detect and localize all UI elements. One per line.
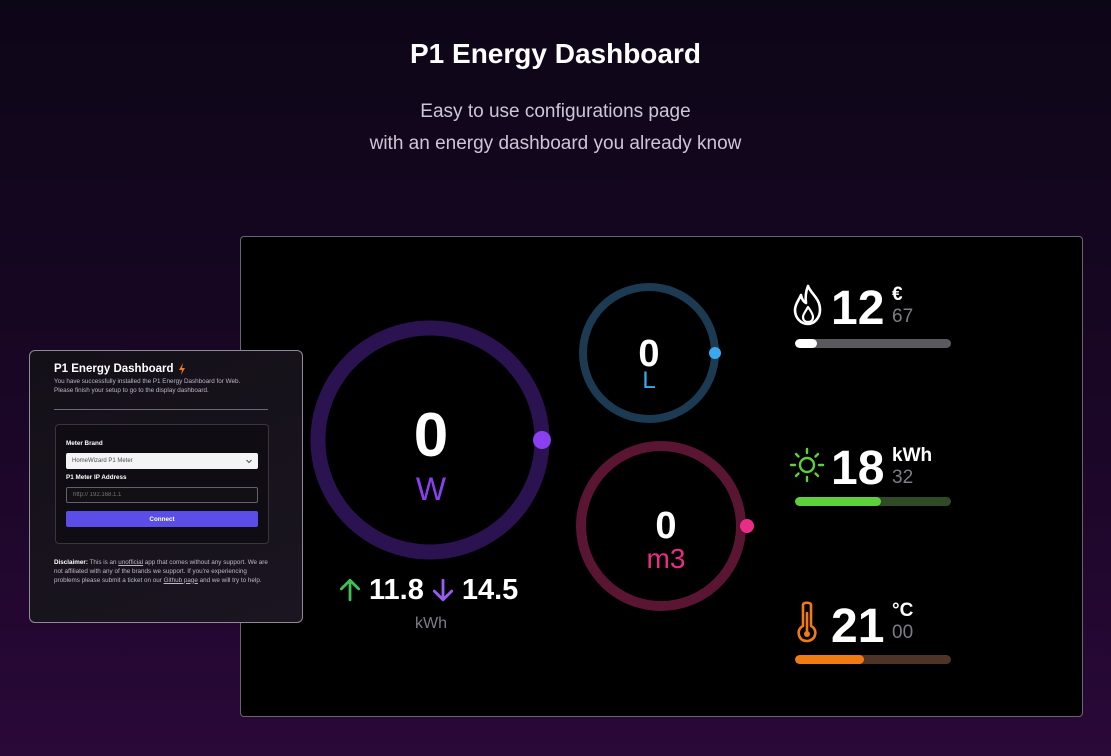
stat-temperature-bar-fill bbox=[795, 655, 864, 664]
setup-card: P1 Energy Dashboard You have successfull… bbox=[29, 350, 303, 623]
page-title: P1 Energy Dashboard bbox=[410, 38, 701, 69]
divider bbox=[54, 409, 268, 410]
stat-cost-unit: € bbox=[892, 284, 903, 305]
meter-brand-value: HomeWizard P1 Meter bbox=[72, 458, 133, 464]
energy-unit: kWh bbox=[415, 615, 447, 632]
water-gauge-dot bbox=[709, 347, 721, 359]
dashboard-preview: 0 W 0 L 0 m3 11.8 14.5 kWh 12 € 67 18 kW… bbox=[240, 236, 1083, 717]
ip-address-label: P1 Meter IP Address bbox=[66, 474, 127, 481]
arrow-up-icon bbox=[339, 578, 361, 602]
ip-address-input[interactable] bbox=[66, 487, 258, 503]
sun-icon bbox=[789, 447, 825, 483]
stat-cost-sub: 67 bbox=[892, 306, 914, 327]
stat-cost: 12 € 67 bbox=[789, 283, 959, 353]
thermometer-icon bbox=[797, 601, 817, 643]
chevron-down-icon bbox=[246, 459, 252, 464]
disclaimer-text-1: This is an bbox=[87, 559, 119, 566]
stat-cost-value: 12 bbox=[831, 282, 885, 335]
stat-solar-value: 18 bbox=[831, 442, 885, 495]
stat-temperature: 21 °C 00 bbox=[789, 597, 959, 667]
setup-card-title-text: P1 Energy Dashboard bbox=[54, 363, 174, 375]
connect-button[interactable]: Connect bbox=[66, 511, 258, 527]
meter-brand-label: Meter Brand bbox=[66, 440, 103, 447]
setup-form: Meter Brand HomeWizard P1 Meter P1 Meter… bbox=[55, 424, 269, 544]
power-value: 0 bbox=[413, 401, 449, 470]
stat-temperature-sub: 00 bbox=[892, 622, 914, 643]
stat-solar-bar-fill bbox=[795, 497, 881, 506]
energy-import-export: 11.8 14.5 bbox=[337, 573, 518, 607]
page-subtitle-line-1: Easy to use configurations page bbox=[420, 101, 691, 122]
disclaimer-unofficial: unofficial bbox=[118, 559, 144, 566]
stat-temperature-value: 21 bbox=[831, 600, 885, 653]
setup-card-title: P1 Energy Dashboard bbox=[54, 363, 186, 375]
github-link[interactable]: Github page bbox=[164, 577, 198, 584]
stat-temperature-bar bbox=[795, 655, 951, 664]
stat-solar: 18 kWh 32 bbox=[789, 443, 959, 513]
page-subtitle-line-2: with an energy dashboard you already kno… bbox=[369, 133, 742, 154]
gas-value: 0 bbox=[655, 505, 677, 547]
lightning-icon bbox=[178, 363, 185, 375]
stat-solar-sub: 32 bbox=[892, 467, 914, 488]
water-unit: L bbox=[642, 367, 656, 394]
power-unit: W bbox=[415, 471, 447, 507]
meter-brand-select[interactable]: HomeWizard P1 Meter bbox=[66, 453, 258, 469]
disclaimer: Disclaimer: This is an unofficial app th… bbox=[54, 559, 274, 585]
gas-gauge-dot bbox=[740, 519, 754, 533]
energy-export-value: 14.5 bbox=[461, 573, 519, 606]
setup-card-description-line-2: Please finish your setup to go to the di… bbox=[54, 386, 209, 394]
arrow-down-icon bbox=[432, 578, 453, 602]
disclaimer-text-3: and we will try to help. bbox=[197, 576, 262, 584]
energy-import-value: 11.8 bbox=[369, 573, 424, 606]
flame-icon bbox=[793, 284, 822, 326]
stat-temperature-unit: °C bbox=[892, 600, 914, 621]
stat-cost-bar-fill bbox=[795, 339, 817, 348]
disclaimer-label: Disclaimer: bbox=[54, 559, 88, 566]
stat-solar-unit: kWh bbox=[892, 445, 933, 466]
setup-card-description-line-1: You have successfully installed the P1 E… bbox=[54, 378, 241, 385]
gas-unit: m3 bbox=[646, 543, 686, 574]
setup-card-description: You have successfully installed the P1 E… bbox=[54, 378, 284, 395]
stat-cost-bar bbox=[795, 339, 951, 348]
stat-solar-bar bbox=[795, 497, 951, 506]
